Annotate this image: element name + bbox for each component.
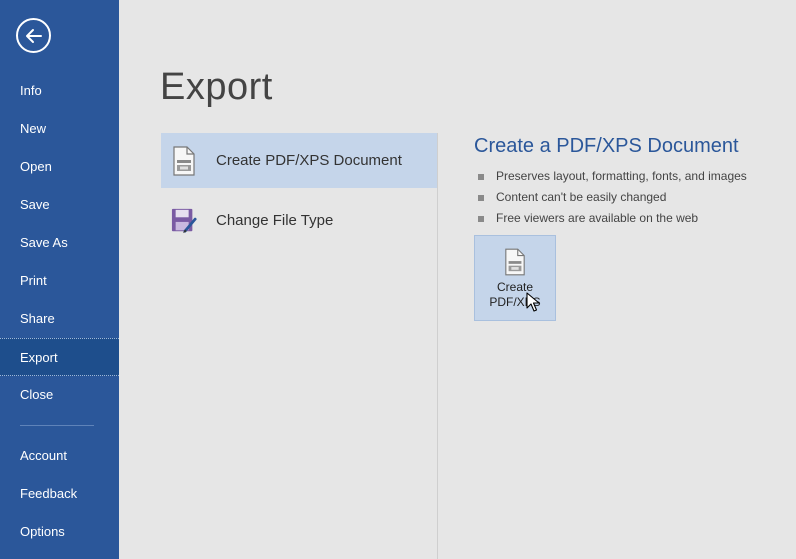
- export-options-list: Create PDF/XPS Document Change File Type: [161, 133, 438, 559]
- page-title: Export: [160, 66, 273, 108]
- sidebar-item-print[interactable]: Print: [0, 262, 119, 300]
- sidebar-item-info[interactable]: Info: [0, 72, 119, 110]
- detail-title: Create a PDF/XPS Document: [474, 135, 739, 157]
- sidebar-item-account[interactable]: Account: [0, 437, 119, 475]
- option-change-file-type[interactable]: Change File Type: [161, 193, 437, 248]
- back-button[interactable]: [16, 18, 51, 53]
- sidebar-item-close[interactable]: Close: [0, 376, 119, 414]
- bullet-square-icon: [478, 173, 484, 180]
- bullet-square-icon: [478, 194, 484, 201]
- sidebar-item-save[interactable]: Save: [0, 186, 119, 224]
- option-label: Create PDF/XPS Document: [216, 152, 402, 169]
- sidebar-item-options[interactable]: Options: [0, 513, 119, 551]
- bullet-item: Free viewers are available on the web: [474, 208, 784, 229]
- option-create-pdf-xps[interactable]: Create PDF/XPS Document: [161, 133, 437, 188]
- sidebar-item-open[interactable]: Open: [0, 148, 119, 186]
- sidebar-nav: Info New Open Save Save As Print Share E…: [0, 72, 119, 551]
- export-detail-pane: Create a PDF/XPS Document Preserves layo…: [474, 135, 784, 229]
- option-label: Change File Type: [216, 212, 334, 229]
- sidebar-item-share[interactable]: Share: [0, 300, 119, 338]
- backstage-main: Export Create PDF/XPS Document Change Fi…: [119, 0, 796, 559]
- create-pdf-xps-button[interactable]: Create PDF/XPS: [474, 235, 556, 321]
- sidebar-item-export[interactable]: Export: [0, 338, 119, 376]
- save-as-filetype-icon: [171, 206, 197, 236]
- bullet-item: Preserves layout, formatting, fonts, and…: [474, 166, 784, 187]
- bullet-item: Content can't be easily changed: [474, 187, 784, 208]
- sidebar-item-feedback[interactable]: Feedback: [0, 475, 119, 513]
- sidebar-item-save-as[interactable]: Save As: [0, 224, 119, 262]
- detail-bullets: Preserves layout, formatting, fonts, and…: [474, 166, 784, 229]
- bullet-square-icon: [478, 215, 484, 222]
- backstage-sidebar: Info New Open Save Save As Print Share E…: [0, 0, 119, 559]
- create-pdf-xps-label: Create PDF/XPS: [489, 280, 541, 309]
- pdf-document-icon: [505, 248, 525, 276]
- pdf-document-icon: [171, 145, 197, 176]
- sidebar-item-new[interactable]: New: [0, 110, 119, 148]
- arrow-left-icon: [25, 28, 42, 43]
- sidebar-divider: [20, 425, 94, 426]
